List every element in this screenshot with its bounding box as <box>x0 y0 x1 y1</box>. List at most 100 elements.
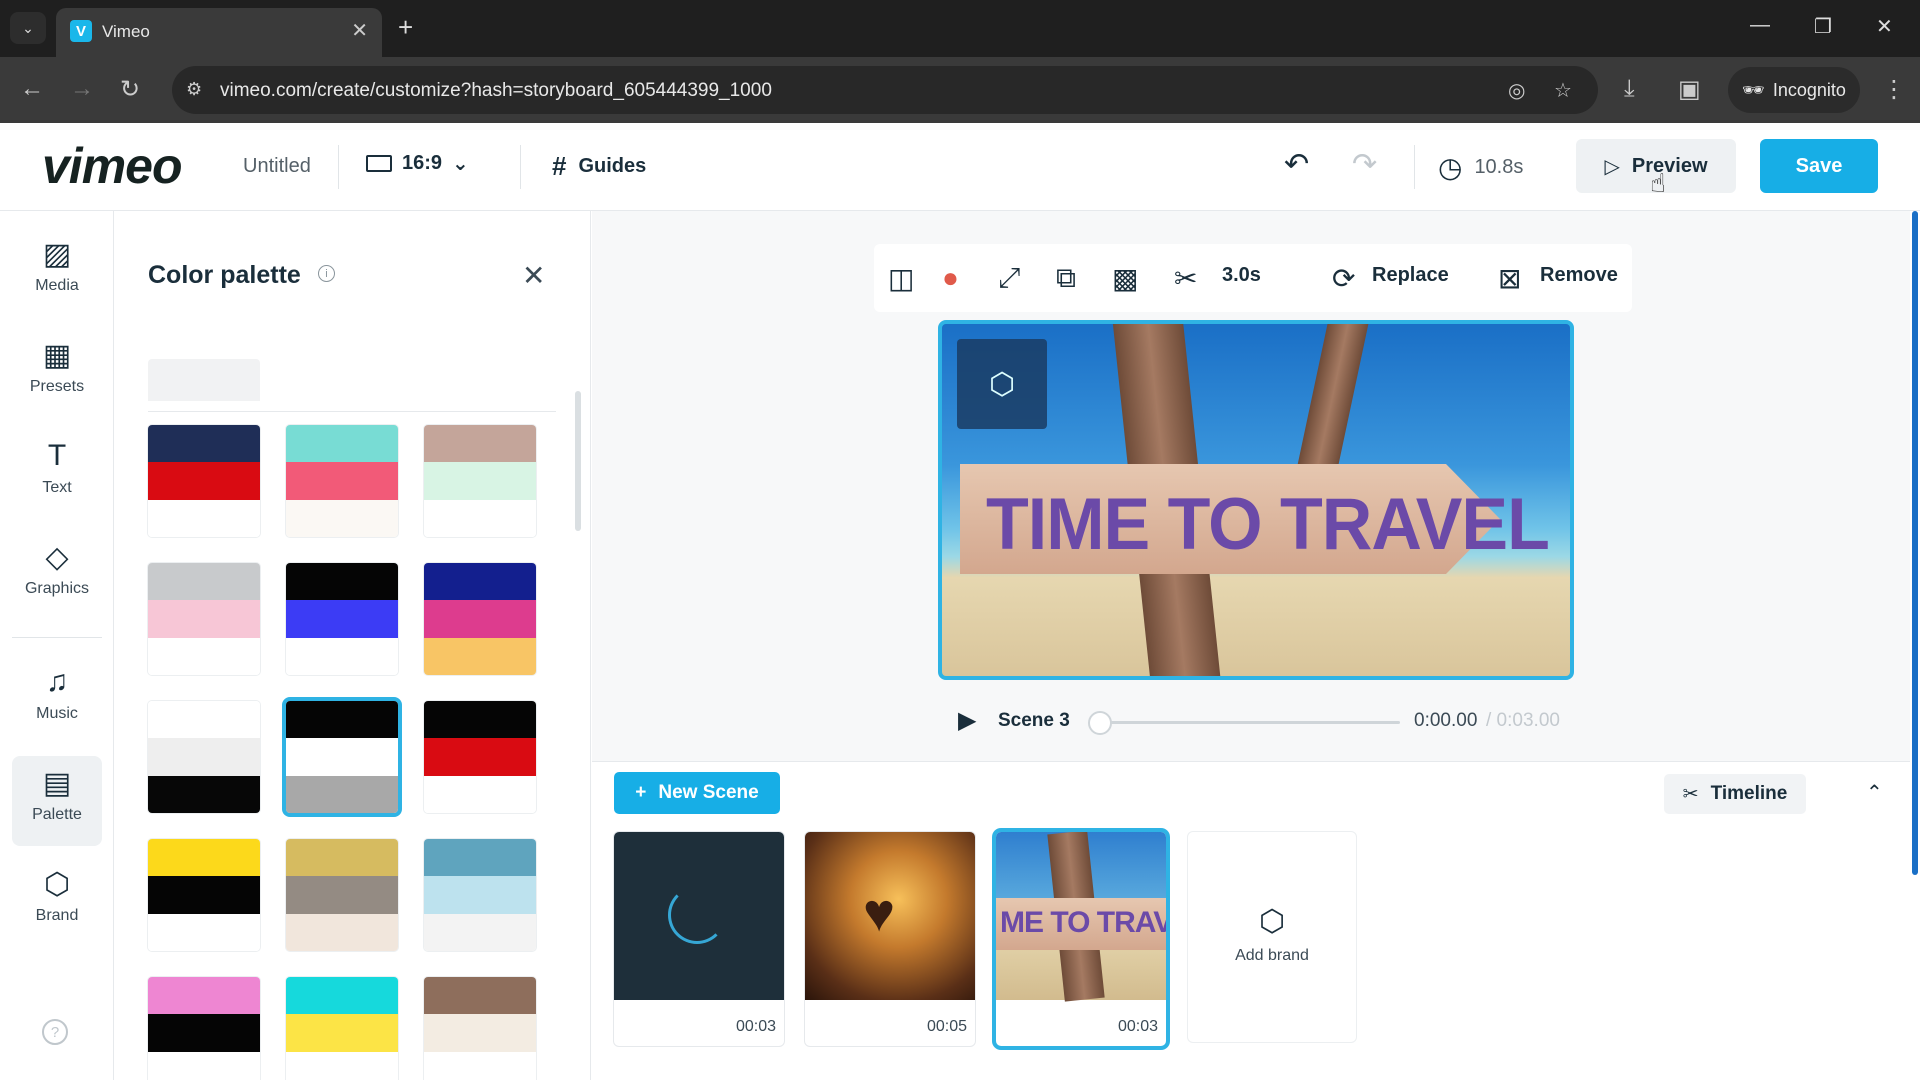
layout-icon[interactable]: ◫ <box>888 262 914 295</box>
remove-button[interactable]: Remove <box>1540 264 1618 287</box>
close-icon[interactable]: ✕ <box>522 259 545 292</box>
chevron-up-icon[interactable]: ⌃ <box>1866 780 1883 805</box>
mouse-pointer-icon: ☝ <box>1650 168 1666 198</box>
palette-swatch[interactable] <box>148 563 260 675</box>
overlay-icon[interactable]: ⧉ <box>1056 262 1076 295</box>
help-icon[interactable]: ? <box>42 1019 68 1045</box>
undo-icon[interactable]: ↶ <box>1284 147 1309 182</box>
redo-icon[interactable]: ↷ <box>1352 147 1377 182</box>
replace-icon[interactable]: ⟳ <box>1332 262 1355 295</box>
scene-thumbnail <box>614 832 784 1000</box>
palette-color-band <box>286 977 398 1015</box>
rail-item-music[interactable]: ♫ Music <box>12 655 102 745</box>
page-scrollbar[interactable] <box>1912 211 1918 875</box>
expand-icon[interactable]: ⤢ <box>998 262 1020 295</box>
scene-card-selected[interactable]: ME TO TRAVEL 00:03 <box>996 832 1166 1046</box>
divider <box>12 637 102 638</box>
info-icon[interactable]: i <box>318 265 335 282</box>
palette-color-band <box>424 839 536 877</box>
image-effects-icon[interactable]: ▩ <box>1112 262 1138 295</box>
save-button[interactable]: Save <box>1760 139 1878 193</box>
download-icon[interactable]: ⤓ <box>1624 75 1635 103</box>
palette-color-band <box>148 775 260 813</box>
back-icon[interactable]: ← <box>20 75 44 103</box>
minimize-window-button[interactable]: — <box>1750 14 1770 37</box>
thumbnail-text: ME TO TRAVEL <box>1000 906 1166 939</box>
palette-swatch[interactable] <box>286 839 398 951</box>
browser-menu-icon[interactable]: ⋮ <box>1882 75 1906 104</box>
close-window-button[interactable]: ✕ <box>1876 14 1893 39</box>
add-brand-card[interactable]: ⬡ Add brand <box>1188 832 1356 1042</box>
palette-color-band <box>286 1014 398 1052</box>
palette-swatch-partial[interactable] <box>148 359 260 401</box>
close-tab-icon[interactable]: ✕ <box>351 18 368 43</box>
scene-card[interactable]: ♥ 00:05 <box>805 832 975 1046</box>
rail-item-presets[interactable]: ▦ Presets <box>12 328 102 418</box>
palette-swatch[interactable] <box>286 563 398 675</box>
browser-toolbar: ← → ↻ ⚙ vimeo.com/create/customize?hash=… <box>0 57 1920 123</box>
palette-swatch[interactable] <box>424 563 536 675</box>
remove-icon[interactable]: ⊠ <box>1498 262 1521 295</box>
project-title[interactable]: Untitled <box>243 155 311 178</box>
play-icon[interactable]: ▶ <box>958 706 976 735</box>
palette-color-band <box>148 563 260 601</box>
palette-swatch[interactable] <box>424 839 536 951</box>
palette-color-band <box>286 1051 398 1080</box>
rail-item-label: Palette <box>32 806 82 823</box>
vimeo-logo[interactable]: vimeo <box>42 137 183 195</box>
brand-icon: ⬡ <box>1258 905 1286 938</box>
forward-icon[interactable]: → <box>70 75 94 103</box>
timeline-button[interactable]: ✂ Timeline <box>1664 774 1806 814</box>
palette-swatch[interactable] <box>286 425 398 537</box>
trim-duration[interactable]: 3.0s <box>1222 264 1261 287</box>
palette-color-band <box>286 499 398 537</box>
new-scene-button[interactable]: + New Scene <box>614 772 780 814</box>
palette-swatch-selected[interactable] <box>286 701 398 813</box>
bookmark-star-icon[interactable]: ☆ <box>1554 78 1572 103</box>
scene-card[interactable]: 00:03 <box>614 832 784 1046</box>
palette-swatch[interactable] <box>424 977 536 1080</box>
palette-color-band <box>286 563 398 601</box>
incognito-badge[interactable]: 🕶 Incognito <box>1728 67 1860 113</box>
rail-item-text[interactable]: T Text <box>12 429 102 519</box>
scene-preview-canvas[interactable]: TIME TO TRAVEL ⬡ <box>938 320 1574 680</box>
palette-swatch[interactable] <box>424 701 536 813</box>
project-duration: ◷ 10.8s <box>1438 151 1523 184</box>
palette-swatch[interactable] <box>148 839 260 951</box>
restore-window-button[interactable]: ❐ <box>1814 14 1832 39</box>
rail-item-graphics[interactable]: ◇ Graphics <box>12 530 102 620</box>
incognito-label: Incognito <box>1772 79 1846 100</box>
brand-logo-placeholder-icon[interactable]: ⬡ <box>957 339 1047 429</box>
tab-search-button[interactable]: ⌄ <box>10 12 46 44</box>
new-scene-label: New Scene <box>658 782 759 803</box>
color-wheel-icon[interactable]: ● <box>942 262 959 294</box>
palette-color-band <box>286 876 398 914</box>
side-panel-icon[interactable]: ▣ <box>1678 75 1701 104</box>
rail-item-media[interactable]: ▨ Media <box>12 227 102 317</box>
palette-color-band <box>148 637 260 675</box>
reload-icon[interactable]: ↻ <box>120 75 140 104</box>
palette-swatch[interactable] <box>148 977 260 1080</box>
new-tab-button[interactable]: + <box>398 12 413 43</box>
guides-button[interactable]: # Guides <box>552 151 646 182</box>
scrubber-handle[interactable] <box>1088 711 1112 735</box>
palette-swatch[interactable] <box>148 425 260 537</box>
scene-toolbar: ◫ ● ⤢ ⧉ ▩ ✂ 3.0s ⟳ Replace ⊠ Remove <box>874 244 1632 312</box>
address-bar[interactable]: ⚙ vimeo.com/create/customize?hash=storyb… <box>172 66 1598 114</box>
aspect-ratio-dropdown[interactable]: 16:9 ⌄ <box>366 151 469 176</box>
app-header: vimeo Untitled 16:9 ⌄ # Guides ↶ ↷ ◷ 10.… <box>0 123 1920 211</box>
scrubber-track[interactable] <box>1096 721 1400 724</box>
palette-swatch[interactable] <box>286 977 398 1080</box>
browser-tab[interactable]: V Vimeo ✕ <box>56 8 382 57</box>
palette-swatch[interactable] <box>148 701 260 813</box>
replace-button[interactable]: Replace <box>1372 264 1449 287</box>
site-info-icon[interactable]: ⚙ <box>186 79 202 100</box>
eye-off-icon[interactable]: ◎ <box>1508 78 1525 103</box>
panel-scrollbar[interactable] <box>575 391 581 531</box>
palette-color-band <box>286 913 398 951</box>
palette-swatch[interactable] <box>424 425 536 537</box>
rail-item-brand[interactable]: ⬡ Brand <box>12 857 102 947</box>
rail-item-palette[interactable]: ▤ Palette <box>12 756 102 846</box>
scissors-icon[interactable]: ✂ <box>1174 262 1197 295</box>
panel-title: Color palette <box>148 261 301 289</box>
